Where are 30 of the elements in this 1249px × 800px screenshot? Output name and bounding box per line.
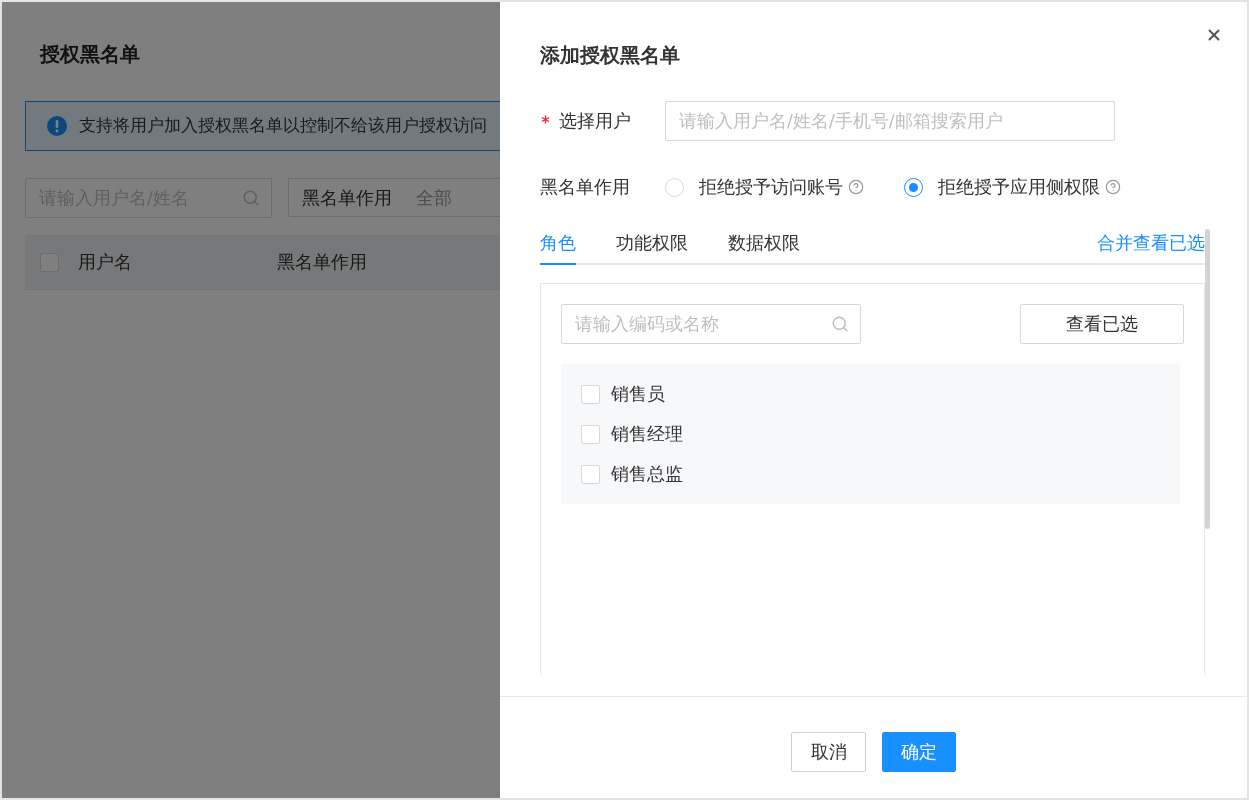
- role-label[interactable]: 销售经理: [611, 422, 683, 446]
- scrollbar-thumb[interactable]: [1205, 229, 1210, 529]
- close-icon: [1205, 26, 1223, 44]
- cancel-button[interactable]: 取消: [791, 732, 866, 772]
- column-header: 用户名: [78, 251, 133, 274]
- notice-text: 支持将用户加入授权黑名单以控制不给该用户授权访问: [79, 115, 487, 137]
- search-icon: [831, 315, 849, 333]
- page-title: 授权黑名单: [40, 41, 140, 68]
- tab[interactable]: 功能权限: [616, 223, 688, 265]
- search-icon: [242, 189, 260, 207]
- radio-label[interactable]: 拒绝授予访问账号: [699, 175, 843, 199]
- help-icon[interactable]: [848, 179, 864, 195]
- drawer-title: 添加授权黑名单: [540, 42, 680, 69]
- column-header: 黑名单作用: [277, 251, 368, 274]
- role-checkbox[interactable]: [581, 384, 600, 404]
- role-search-field[interactable]: 请输入编码或名称: [561, 304, 861, 344]
- radio-button[interactable]: [904, 177, 923, 197]
- filter-label: 黑名单作用: [302, 186, 392, 210]
- role-checkbox[interactable]: [581, 464, 600, 484]
- role-label[interactable]: 销售总监: [611, 462, 683, 486]
- field-label: 选择用户: [559, 110, 631, 133]
- close-button[interactable]: [1205, 26, 1223, 44]
- radio-label[interactable]: 拒绝授予应用侧权限: [938, 175, 1100, 199]
- help-icon[interactable]: [1105, 179, 1121, 195]
- user-search-field[interactable]: 请输入用户名/姓名/手机号/邮箱搜索用户: [665, 101, 1115, 141]
- role-label[interactable]: 销售员: [611, 382, 665, 406]
- info-icon: [47, 116, 67, 136]
- tab[interactable]: 数据权限: [728, 223, 800, 265]
- view-selected-button[interactable]: 查看已选: [1020, 304, 1184, 344]
- role-checkbox[interactable]: [581, 424, 600, 444]
